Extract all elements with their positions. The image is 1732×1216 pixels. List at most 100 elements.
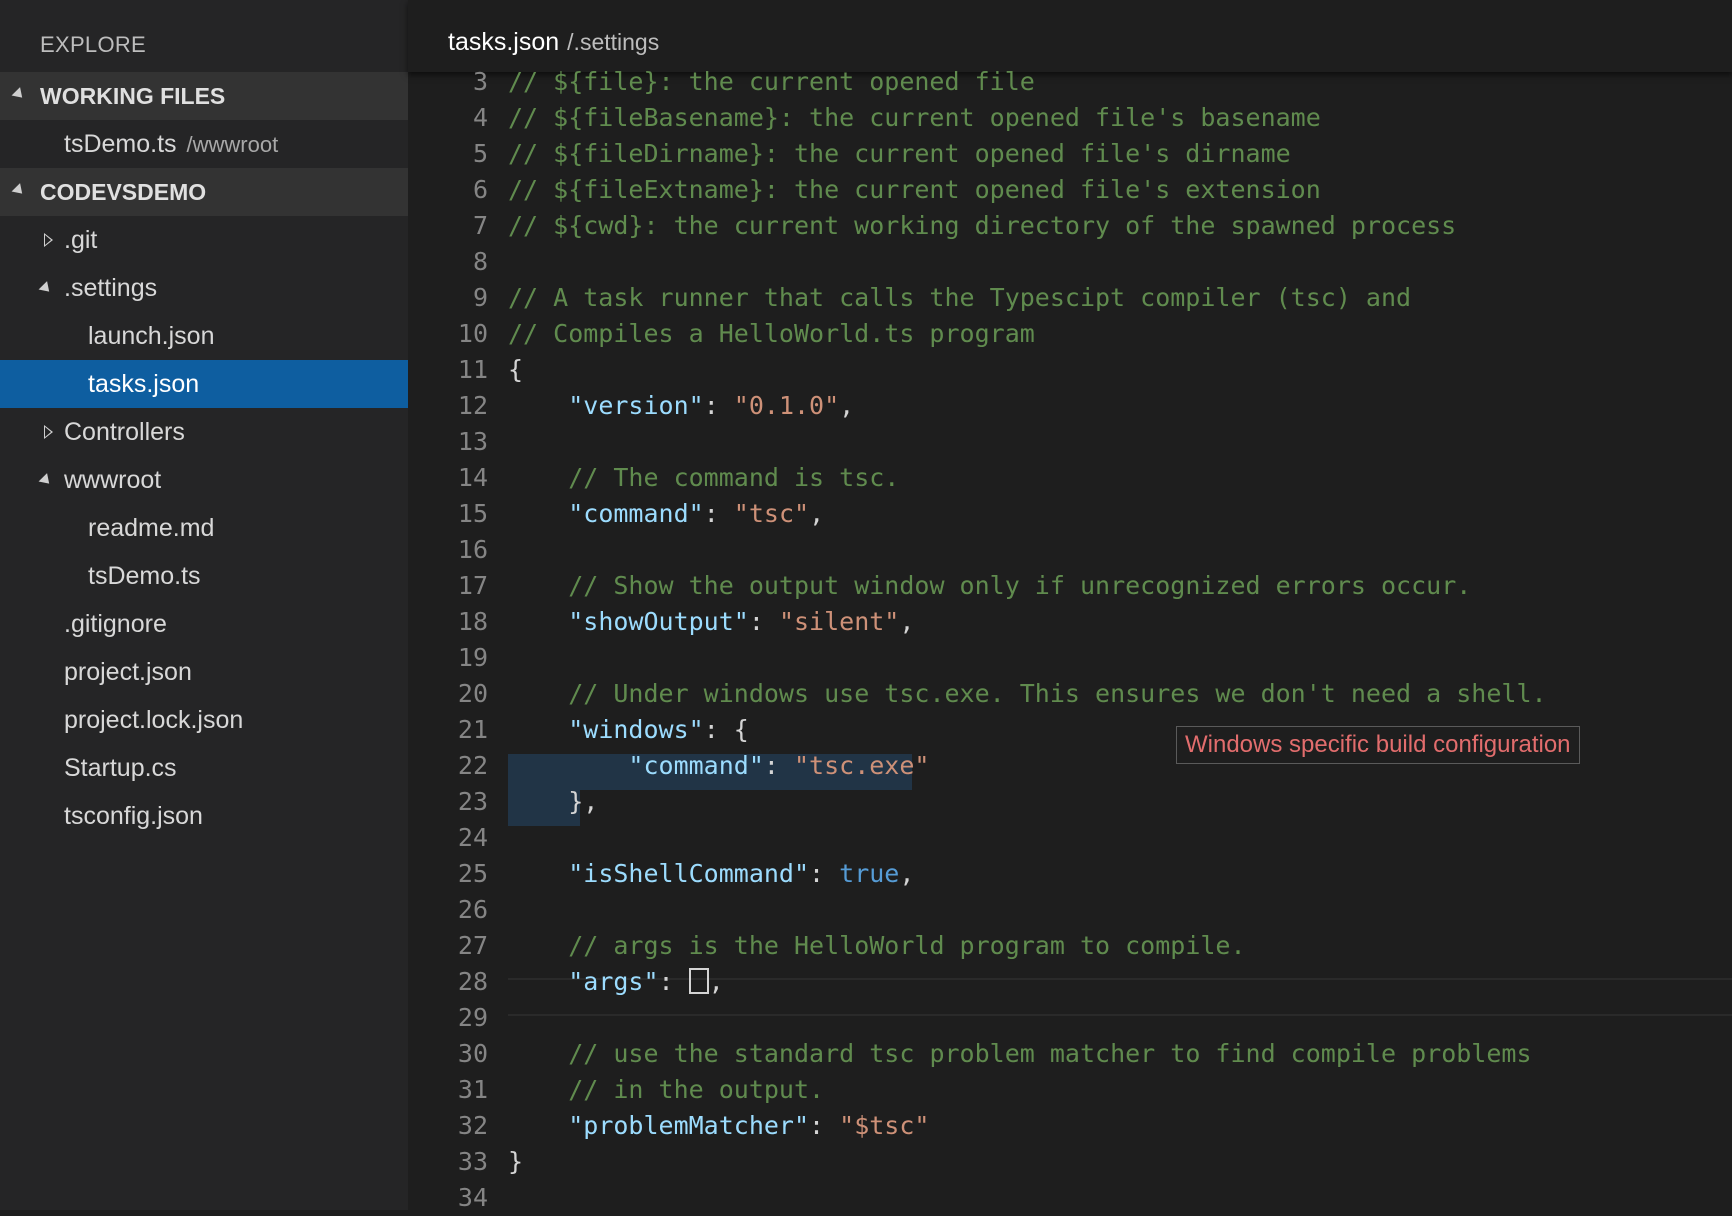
code-line: 8	[408, 244, 1732, 280]
tree-item-label: readme.md	[88, 514, 215, 542]
code-token: "command"	[568, 499, 704, 528]
working-files-label: WORKING FILES	[40, 83, 226, 109]
line-number: 12	[457, 391, 488, 420]
tree-item-label: project.lock.json	[64, 706, 244, 734]
tree-item[interactable]: project.json	[0, 648, 408, 696]
line-number: 22	[457, 751, 488, 780]
code-token: ,	[809, 499, 825, 528]
tree-item[interactable]: Startup.cs	[0, 744, 408, 792]
code-token: true	[839, 859, 900, 888]
code-line: 7 // ${cwd}: the current working director…	[408, 208, 1732, 244]
code-token: ,	[839, 391, 855, 420]
line-number: 26	[457, 895, 488, 924]
line-text: // use the standard tsc problem matcher …	[508, 1036, 1532, 1072]
line-number: 14	[457, 463, 488, 492]
code-line: 9 // A task runner that calls the Typesci…	[408, 280, 1732, 316]
code-token: // use the standard tsc problem matcher …	[568, 1039, 1532, 1068]
code-line: 24	[408, 820, 1732, 856]
project-header[interactable]: CODEVSDEMO	[0, 168, 408, 216]
tree-item[interactable]: project.lock.json	[0, 696, 408, 744]
code-token: :	[748, 607, 779, 636]
editor-tab-bar: tasks.json /.settings	[408, 0, 1732, 72]
tree-item-label: Controllers	[64, 418, 185, 446]
line-number: 34	[457, 1183, 488, 1212]
code-token: // ${file}: the current opened file	[508, 67, 1035, 96]
line-text: },	[508, 784, 598, 820]
line-text: // Show the output window only if unreco…	[508, 568, 1471, 604]
line-number: 27	[457, 931, 488, 960]
code-token: "tsc"	[733, 499, 810, 528]
tree-item[interactable]: tasks.json	[0, 360, 408, 408]
line-number: 29	[457, 1003, 488, 1032]
line-number: 28	[457, 967, 488, 996]
working-files-header[interactable]: WORKING FILES	[0, 72, 408, 120]
tree-item-label: Startup.cs	[64, 754, 177, 782]
line-number: 33	[457, 1147, 488, 1176]
code-line: 30 // use the standard tsc problem match…	[408, 1036, 1732, 1072]
code-token: // Under windows use tsc.exe. This ensur…	[568, 679, 1547, 708]
code-line: 34	[408, 1180, 1732, 1216]
line-number: 32	[457, 1111, 488, 1140]
working-file-tsdemo[interactable]: tsDemo.ts/wwwroot	[0, 120, 408, 168]
code-token: "0.1.0"	[733, 391, 840, 420]
tree-item[interactable]: launch.json	[0, 312, 408, 360]
code-line: 32 "problemMatcher": "$tsc"	[408, 1108, 1732, 1144]
code-token: :	[703, 391, 734, 420]
editor-tab[interactable]: tasks.json /.settings	[448, 28, 659, 57]
tree-item[interactable]: readme.md	[0, 504, 408, 552]
working-file-name: tsDemo.ts	[64, 130, 177, 158]
tree-item-label: tsconfig.json	[64, 802, 203, 830]
line-text: {	[508, 352, 523, 388]
line-number: 24	[457, 823, 488, 852]
code-token: :	[703, 499, 734, 528]
code-token: "showOutput"	[568, 607, 749, 636]
tree-item[interactable]: tsconfig.json	[0, 792, 408, 840]
code-token: // Compiles a HelloWorld.ts program	[508, 319, 1035, 348]
tree-item[interactable]: .git	[0, 216, 408, 264]
line-number: 16	[457, 535, 488, 564]
code-token: // Show the output window only if unreco…	[568, 571, 1472, 600]
hover-tooltip: Windows specific build configuration	[1176, 726, 1580, 764]
code-line: 10 // Compiles a HelloWorld.ts program	[408, 316, 1732, 352]
tab-path: /.settings	[567, 29, 660, 55]
code-line: 15 "command": "tsc",	[408, 496, 1732, 532]
line-number: 4	[472, 103, 488, 132]
line-text: }	[508, 1144, 523, 1180]
line-number: 17	[457, 571, 488, 600]
line-number: 31	[457, 1075, 488, 1104]
empty-array-bracket-icon	[688, 968, 709, 994]
code-token: "version"	[568, 391, 704, 420]
tree-item[interactable]: .gitignore	[0, 600, 408, 648]
code-token: ,	[899, 859, 915, 888]
line-text: "windows": {	[508, 712, 749, 748]
tree-item[interactable]: wwwroot	[0, 456, 408, 504]
line-number: 15	[457, 499, 488, 528]
collapsed-arrow-icon	[44, 233, 53, 247]
line-text: "showOutput": "silent",	[508, 604, 914, 640]
collapsed-arrow-icon	[44, 425, 53, 439]
project-label: CODEVSDEMO	[40, 179, 207, 205]
code-line: 18 "showOutput": "silent",	[408, 604, 1732, 640]
line-text: // ${fileDirname}: the current opened fi…	[508, 136, 1291, 172]
code-line: 6 // ${fileExtname}: the current opened f…	[408, 172, 1732, 208]
tree-item[interactable]: .settings	[0, 264, 408, 312]
line-text: // ${file}: the current opened file	[508, 64, 1035, 100]
code-line: 28 "args": ,	[408, 964, 1732, 1000]
editor-pane[interactable]: tasks.json /.settings 3 // ${file}: the cu…	[408, 0, 1732, 1212]
tree-item[interactable]: Controllers	[0, 408, 408, 456]
tree-item[interactable]: tsDemo.ts	[0, 552, 408, 600]
line-text: // Compiles a HelloWorld.ts program	[508, 316, 1035, 352]
code-token: ,	[708, 967, 724, 996]
line-text: "isShellCommand": true,	[508, 856, 914, 892]
line-number: 18	[457, 607, 488, 636]
explorer-sidebar: EXPLORE WORKING FILES tsDemo.ts/wwwroot …	[0, 0, 408, 1210]
line-number: 25	[457, 859, 488, 888]
line-text: // ${cwd}: the current working directory…	[508, 208, 1456, 244]
code-line: 3 // ${file}: the current opened file	[408, 64, 1732, 100]
line-number: 23	[457, 787, 488, 816]
